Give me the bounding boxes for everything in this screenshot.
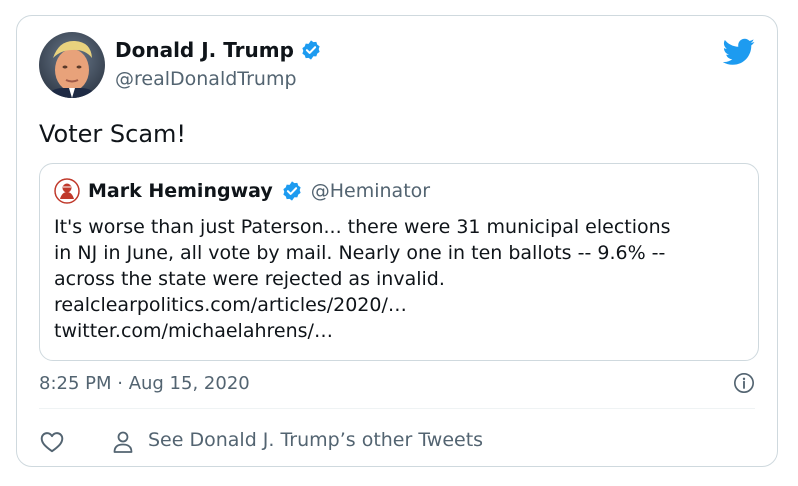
- verified-badge-icon: [281, 180, 303, 202]
- heart-icon[interactable]: [39, 429, 65, 455]
- quoted-link[interactable]: realclearpolitics.com/articles/2020/…: [54, 292, 744, 318]
- quoted-text-line: across the state were rejected as invali…: [54, 268, 445, 290]
- twitter-bird-icon[interactable]: [722, 38, 755, 66]
- tweet-timestamp[interactable]: 8:25 PM · Aug 15, 2020: [39, 373, 250, 394]
- person-icon[interactable]: [111, 429, 135, 455]
- quoted-tweet[interactable]: Mark Hemingway @Heminator It's worse tha…: [39, 163, 759, 361]
- author-handle[interactable]: @realDonaldTrump: [115, 68, 297, 90]
- quoted-author-handle[interactable]: @Heminator: [311, 180, 430, 202]
- quoted-text-line: It's worse than just Paterson... there w…: [54, 216, 671, 238]
- divider: [39, 408, 755, 409]
- quoted-link[interactable]: twitter.com/michaelahrens/…: [54, 318, 744, 344]
- tweet-card[interactable]: Donald J. Trump @realDonaldTrump Voter S…: [16, 15, 778, 467]
- quoted-text-line: in NJ in June, all vote by mail. Nearly …: [54, 242, 666, 264]
- author-name-text[interactable]: Donald J. Trump: [115, 38, 294, 62]
- quoted-tweet-header: Mark Hemingway @Heminator: [54, 178, 430, 204]
- quoted-author-avatar[interactable]: [54, 178, 80, 204]
- see-other-tweets-link[interactable]: See Donald J. Trump’s other Tweets: [148, 429, 483, 451]
- tweet-text: Voter Scam!: [39, 120, 187, 148]
- quoted-author-name[interactable]: Mark Hemingway: [88, 180, 273, 202]
- author-name[interactable]: Donald J. Trump: [115, 38, 322, 62]
- verified-badge-icon: [300, 39, 322, 61]
- author-avatar[interactable]: [39, 32, 105, 98]
- quoted-tweet-text: It's worse than just Paterson... there w…: [54, 214, 744, 344]
- info-icon[interactable]: [733, 372, 755, 394]
